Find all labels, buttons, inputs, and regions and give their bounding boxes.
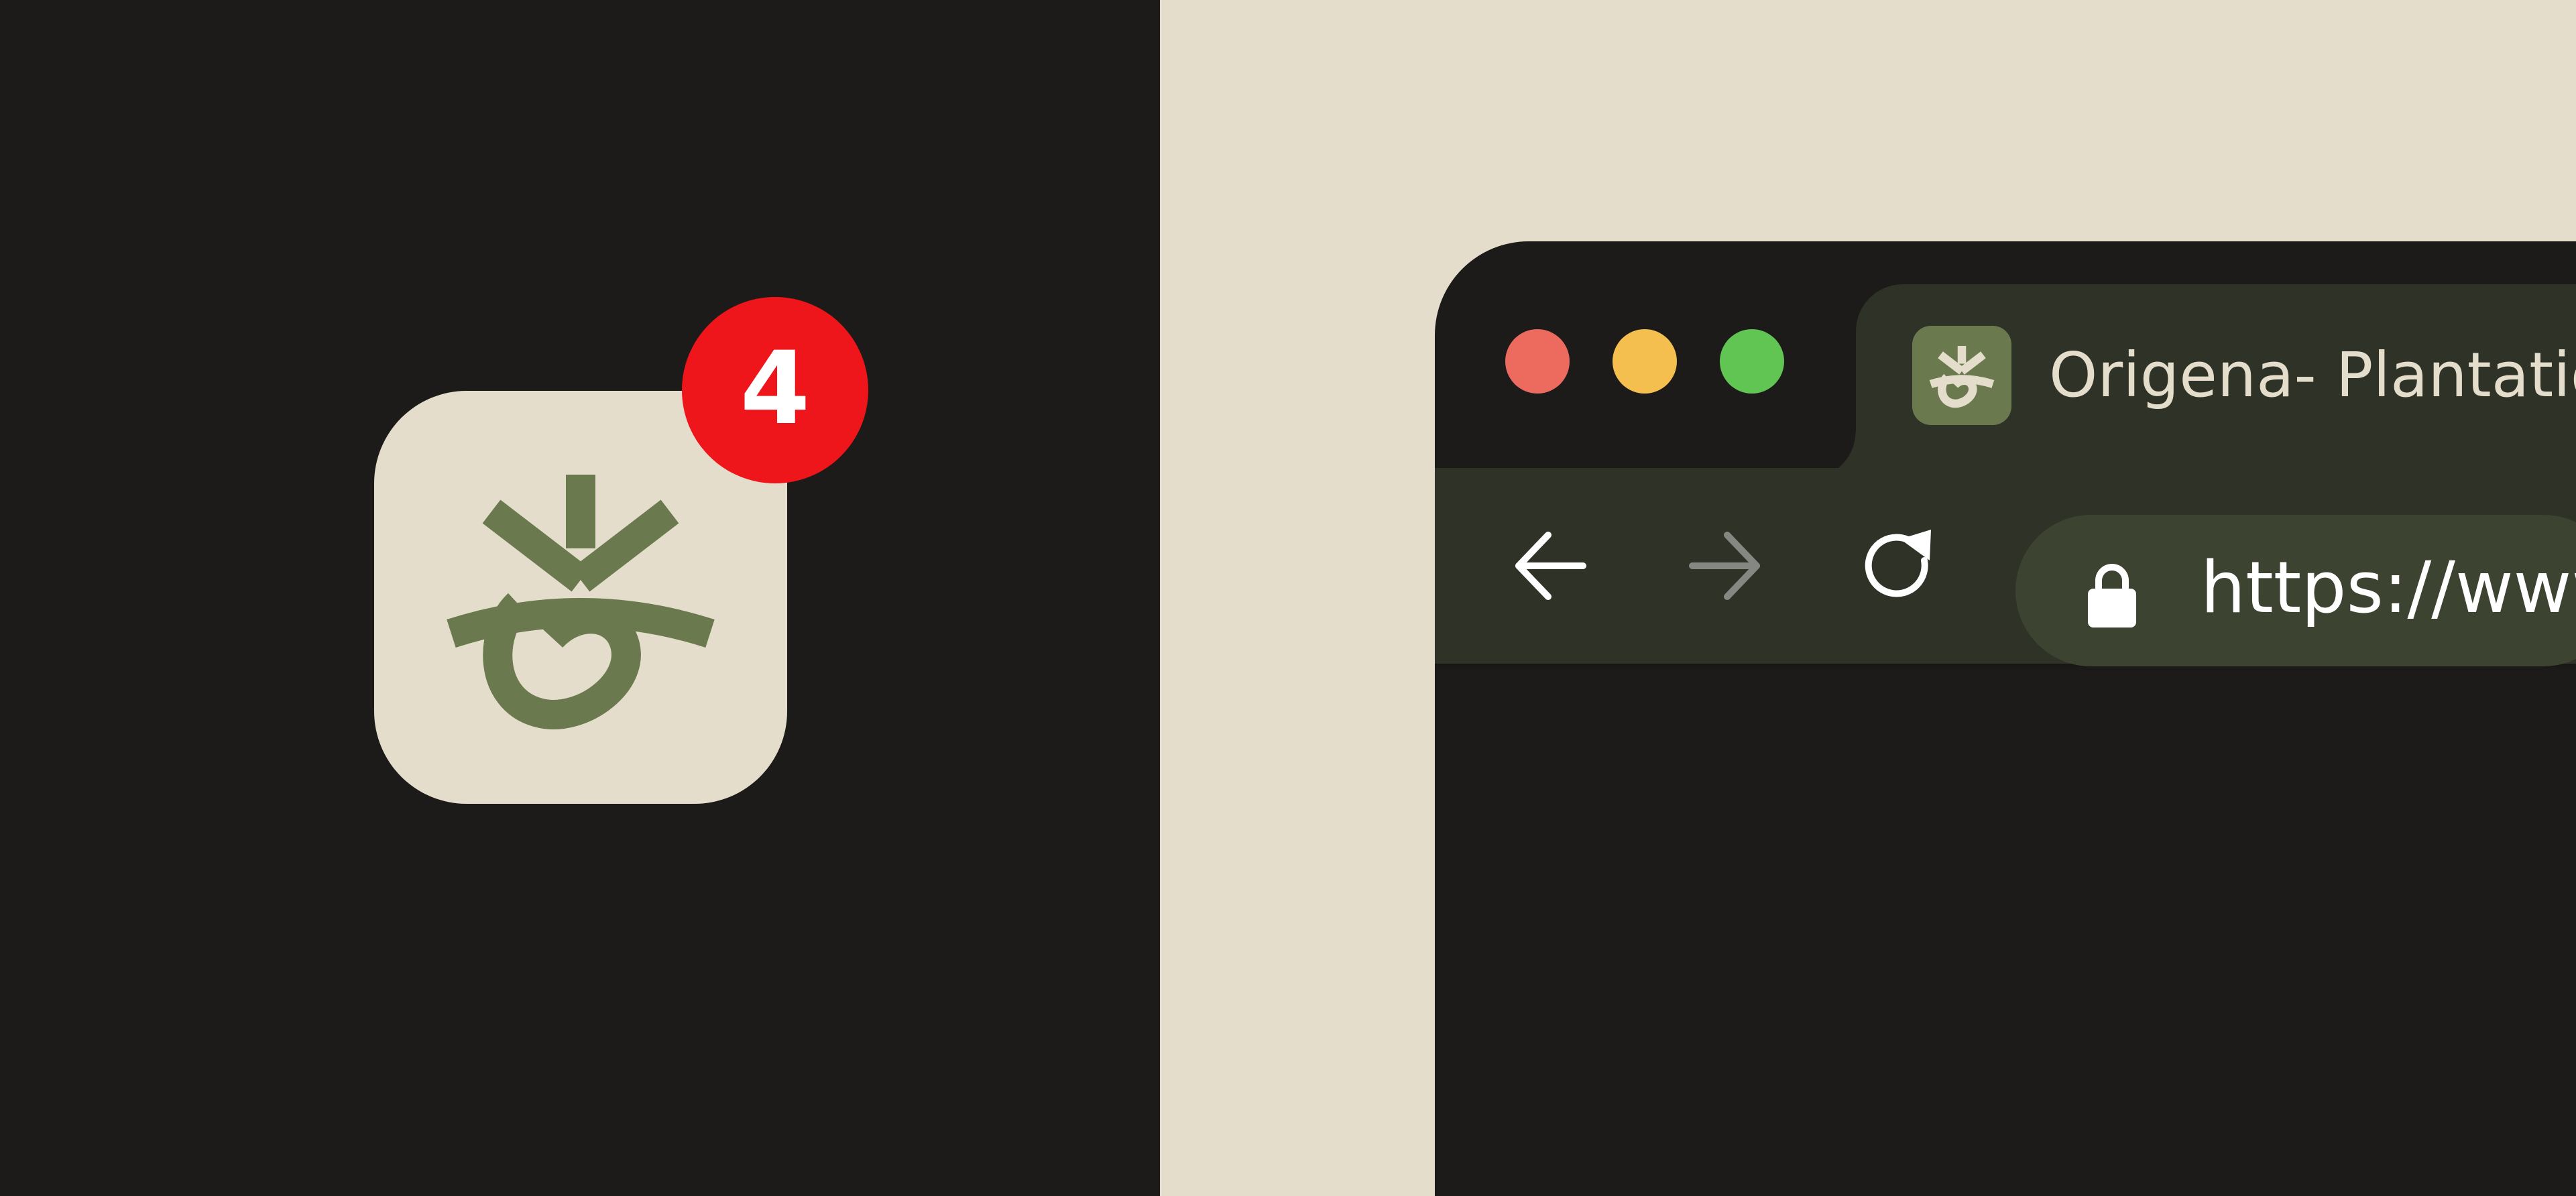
back-button[interactable] [1511, 526, 1591, 606]
close-window-button[interactable] [1505, 329, 1570, 394]
minimize-window-button[interactable] [1613, 329, 1677, 394]
reload-button[interactable] [1859, 526, 1939, 606]
maximize-window-button[interactable] [1720, 329, 1784, 394]
reload-icon [1865, 530, 1931, 597]
tab-favicon [1912, 326, 2011, 425]
lock-icon [2085, 562, 2139, 629]
left-panel: 4 [0, 0, 1160, 1196]
notification-badge: 4 [682, 297, 868, 483]
browser-toolbar: https://www [1435, 468, 2576, 666]
browser-window: Origena- Plantatio https://ww [1435, 241, 2576, 1196]
forward-button[interactable] [1684, 526, 1765, 606]
badge-count: 4 [740, 331, 811, 447]
origena-plant-logo-icon [1929, 346, 1995, 408]
arrow-left-icon [1515, 532, 1586, 600]
tab-title: Origena- Plantatio [2049, 339, 2576, 411]
address-bar[interactable]: https://www [2015, 515, 2576, 666]
arrow-right-icon [1689, 532, 1760, 600]
url-text[interactable]: https://www [2201, 552, 2576, 623]
